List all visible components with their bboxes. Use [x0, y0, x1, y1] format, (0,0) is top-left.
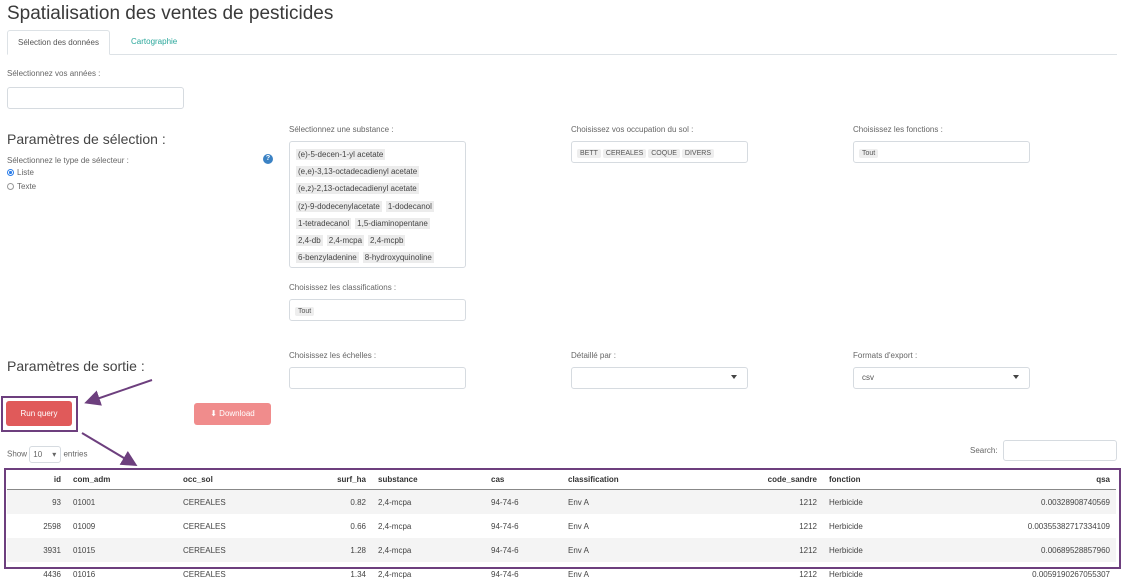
annotation-arrows	[81, 379, 153, 467]
arrow-to-run-button	[84, 379, 153, 406]
arrow-to-table	[81, 432, 138, 467]
